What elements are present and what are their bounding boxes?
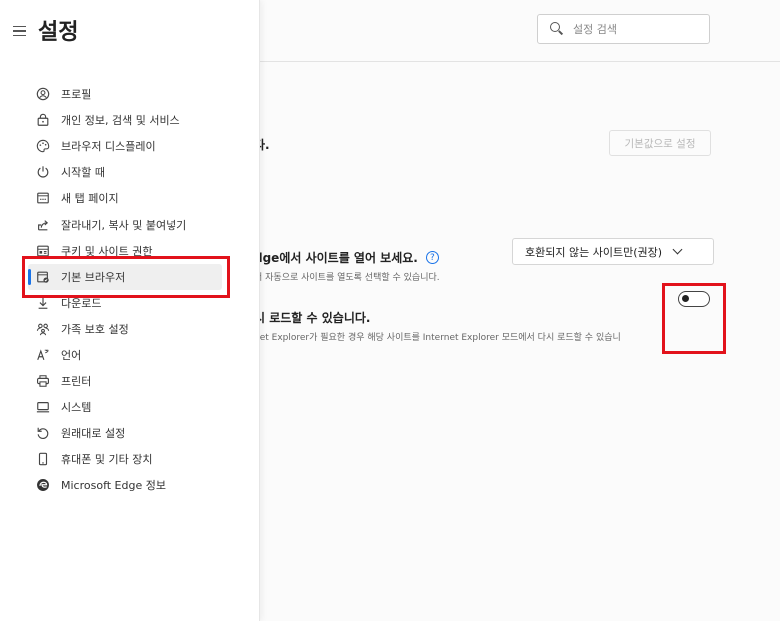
sidebar: 설정 프로필 개인 정보, 검색 및 서비스 브라우저 디스플레이 시작할 때 …	[0, 0, 260, 621]
reset-icon	[35, 425, 51, 441]
profile-icon	[35, 86, 51, 102]
top-bar	[260, 0, 780, 62]
phone-icon	[35, 451, 51, 467]
sidebar-item-startup[interactable]: 시작할 때	[28, 159, 222, 185]
ie-mode-reload-title: 시 로드할 수 있습니다.	[260, 311, 371, 325]
language-icon	[35, 347, 51, 363]
power-icon	[35, 164, 51, 180]
sidebar-item-label: 언어	[61, 348, 82, 362]
sidebar-item-family[interactable]: 가족 보호 설정	[28, 316, 222, 342]
sidebar-item-label: 프린터	[61, 375, 92, 389]
sidebar-item-label: 가족 보호 설정	[61, 322, 129, 336]
system-icon	[35, 399, 51, 415]
sidebar-item-privacy[interactable]: 개인 정보, 검색 및 서비스	[28, 107, 222, 133]
ie-open-sites-dropdown[interactable]: 호환되지 않는 사이트만(권장)	[512, 238, 714, 265]
new-tab-icon	[35, 190, 51, 206]
sidebar-item-label: 개인 정보, 검색 및 서비스	[61, 114, 180, 128]
sidebar-item-label: 잘라내기, 복사 및 붙여넣기	[61, 218, 187, 232]
highlight-box-default-browser	[22, 256, 230, 298]
ie-open-sites-title: dge에서 사이트를 열어 보세요. ?	[260, 249, 439, 266]
sidebar-item-appearance[interactable]: 브라우저 디스플레이	[28, 133, 222, 159]
sidebar-item-profile[interactable]: 프로필	[28, 81, 222, 107]
ie-open-sites-title-text: dge에서 사이트를 열어 보세요.	[260, 251, 418, 265]
sidebar-item-label: 원래대로 설정	[61, 427, 126, 441]
printer-icon	[35, 373, 51, 389]
set-default-button[interactable]: 기본값으로 설정	[609, 130, 711, 156]
ie-mode-reload-desc: net Explorer가 필요한 경우 해당 사이트를 Internet Ex…	[260, 333, 621, 343]
ie-open-sites-desc: 서 자동으로 사이트를 열도록 선택할 수 있습니다.	[260, 273, 440, 283]
chevron-down-icon	[672, 244, 683, 255]
edge-icon	[35, 477, 51, 493]
search-box[interactable]	[537, 14, 710, 44]
sidebar-item-languages[interactable]: 언어	[28, 342, 222, 368]
share-icon	[35, 217, 51, 233]
dropdown-value: 호환되지 않는 사이트만(권장)	[525, 245, 663, 259]
sidebar-item-reset[interactable]: 원래대로 설정	[28, 420, 222, 446]
hamburger-menu-icon[interactable]	[13, 26, 26, 36]
sidebar-item-new-tab[interactable]: 새 탭 페이지	[28, 185, 222, 211]
sidebar-item-label: 프로필	[61, 88, 92, 102]
family-icon	[35, 321, 51, 337]
sidebar-item-phone[interactable]: 휴대폰 및 기타 장치	[28, 446, 222, 472]
sidebar-item-label: 시작할 때	[61, 166, 105, 180]
sidebar-item-label: 시스템	[61, 401, 92, 415]
sidebar-item-about-edge[interactable]: Microsoft Edge 정보	[28, 472, 222, 498]
sidebar-item-share-copy-paste[interactable]: 잘라내기, 복사 및 붙여넣기	[28, 211, 222, 237]
sidebar-item-label: Microsoft Edge 정보	[61, 479, 166, 493]
default-browser-text: 다.	[260, 138, 270, 152]
sidebar-item-system[interactable]: 시스템	[28, 394, 222, 420]
lock-icon	[35, 112, 51, 128]
sidebar-item-printers[interactable]: 프린터	[28, 368, 222, 394]
search-input[interactable]	[573, 22, 693, 36]
highlight-box-toggle	[662, 283, 726, 354]
sidebar-item-label: 브라우저 디스플레이	[61, 140, 156, 154]
search-icon	[550, 22, 564, 36]
help-icon[interactable]: ?	[425, 251, 439, 264]
palette-icon	[35, 138, 51, 154]
page-title: 설정	[38, 20, 79, 45]
sidebar-item-label: 휴대폰 및 기타 장치	[61, 453, 153, 467]
sidebar-item-label: 새 탭 페이지	[61, 192, 119, 206]
